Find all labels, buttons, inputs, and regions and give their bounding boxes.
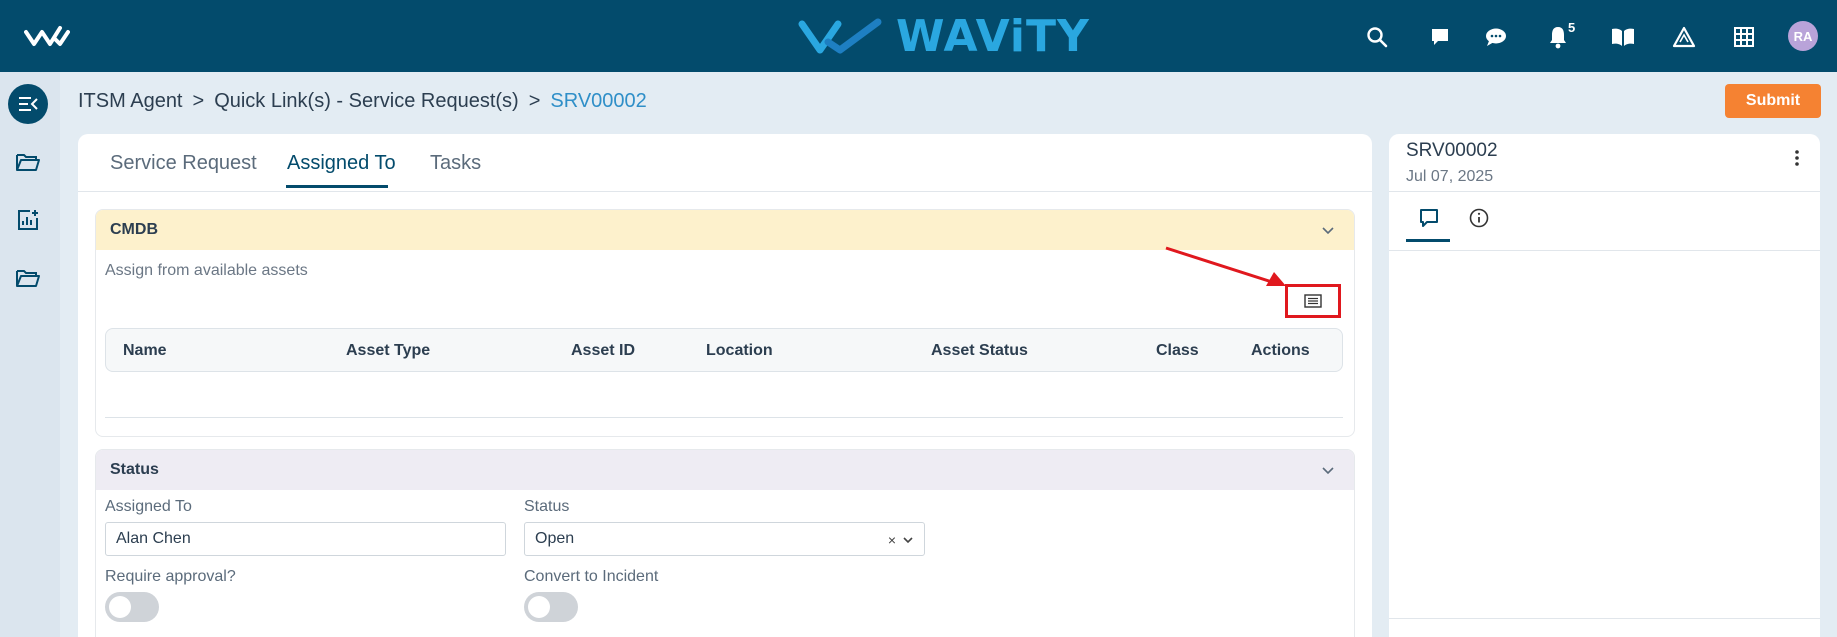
active-tab-indicator: [286, 185, 388, 188]
asset-table-header: Name Asset Type Asset ID Location Asset …: [105, 328, 1343, 372]
column-header: Actions: [1251, 342, 1310, 359]
comment-icon[interactable]: [1417, 206, 1441, 230]
column-header[interactable]: Location: [706, 342, 773, 360]
panel-divider: [1389, 250, 1820, 251]
wavity-mark-icon[interactable]: [24, 24, 70, 48]
submit-button[interactable]: Submit: [1725, 84, 1821, 118]
cmdb-subtitle: Assign from available assets: [105, 262, 308, 279]
breadcrumb-separator: >: [192, 90, 205, 112]
search-icon[interactable]: [1364, 24, 1390, 50]
column-header[interactable]: Name: [123, 342, 167, 360]
record-date: Jul 07, 2025: [1406, 168, 1494, 185]
triangle-icon[interactable]: [1671, 24, 1697, 50]
tab-service-request[interactable]: Service Request: [110, 152, 257, 175]
info-icon[interactable]: [1467, 206, 1491, 230]
folder-open-icon[interactable]: [8, 142, 48, 182]
grid-icon[interactable]: [1731, 24, 1757, 50]
record-side-panel: SRV00002 Jul 07, 2025: [1389, 134, 1820, 637]
brand-name: WAViTY: [896, 10, 1090, 62]
tab-assigned-to[interactable]: Assigned To: [287, 152, 396, 175]
tab-bar: Service Request Assigned To Tasks: [78, 134, 1372, 192]
cmdb-section-header[interactable]: CMDB: [96, 210, 1354, 250]
section-title: Status: [110, 461, 159, 478]
breadcrumb-item[interactable]: ITSM Agent: [78, 90, 183, 113]
left-rail: [0, 72, 60, 637]
status-value: Open: [535, 530, 575, 547]
chevron-down-icon[interactable]: [1320, 462, 1336, 478]
more-vertical-icon[interactable]: [1789, 148, 1805, 168]
top-bar: WAViTY 5 RA: [0, 0, 1837, 72]
record-id: SRV00002: [1406, 140, 1498, 161]
notification-badge: 5: [1568, 20, 1576, 35]
require-approval-toggle[interactable]: [105, 592, 159, 622]
brand-logo: WAViTY: [798, 10, 1090, 62]
chevron-down-icon[interactable]: [902, 534, 914, 546]
tab-tasks[interactable]: Tasks: [430, 152, 481, 175]
status-select[interactable]: Open ×: [524, 522, 925, 556]
breadcrumb-current: SRV00002: [550, 90, 647, 112]
column-header[interactable]: Class: [1156, 342, 1199, 360]
panel-divider: [1389, 618, 1820, 619]
avatar[interactable]: RA: [1788, 21, 1818, 51]
message-icon[interactable]: [1483, 24, 1509, 50]
main-card: Service Request Assigned To Tasks CMDB A…: [78, 134, 1372, 637]
convert-incident-toggle[interactable]: [524, 592, 578, 622]
column-header[interactable]: Asset Type: [346, 342, 430, 360]
book-icon[interactable]: [1610, 24, 1636, 50]
status-label: Status: [524, 498, 570, 515]
column-header[interactable]: Asset ID: [571, 342, 635, 360]
wavity-logo-icon: [798, 18, 882, 54]
breadcrumb-separator: >: [528, 90, 541, 112]
chevron-down-icon[interactable]: [1320, 222, 1336, 238]
report-add-icon[interactable]: [8, 200, 48, 240]
status-section-header[interactable]: Status: [96, 450, 1354, 490]
table-divider: [105, 417, 1343, 418]
assigned-to-input[interactable]: Alan Chen: [105, 522, 506, 556]
require-approval-label: Require approval?: [105, 568, 236, 585]
active-tab-indicator: [1406, 239, 1450, 242]
collapse-menu-icon[interactable]: [8, 84, 48, 124]
cmdb-section: CMDB Assign from available assets Name A…: [95, 209, 1355, 437]
status-section: Status Assigned To Alan Chen Status Open…: [95, 449, 1355, 637]
convert-incident-label: Convert to Incident: [524, 568, 659, 585]
list-icon: [1304, 294, 1322, 308]
section-title: CMDB: [110, 221, 158, 238]
panel-divider: [1389, 191, 1820, 192]
clear-icon[interactable]: ×: [888, 532, 896, 548]
breadcrumb-item[interactable]: Quick Link(s) - Service Request(s): [214, 90, 519, 113]
asset-list-button[interactable]: [1285, 284, 1341, 318]
folder-open-icon[interactable]: [8, 258, 48, 298]
assigned-to-label: Assigned To: [105, 498, 192, 515]
column-header[interactable]: Asset Status: [931, 342, 1028, 360]
chat-icon[interactable]: [1427, 24, 1453, 50]
breadcrumb: ITSM Agent > Quick Link(s) - Service Req…: [78, 90, 647, 113]
